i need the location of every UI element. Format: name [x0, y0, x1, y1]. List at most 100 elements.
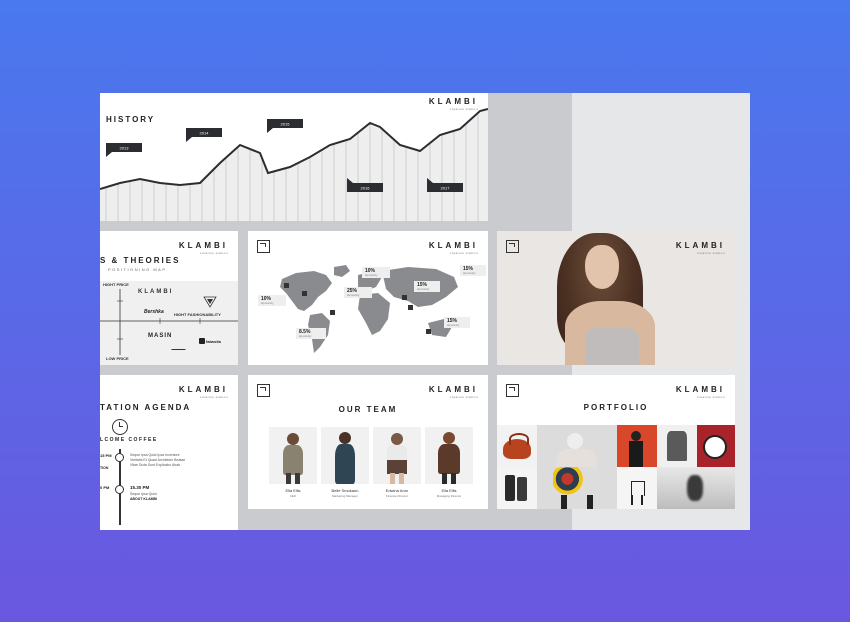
slide-grid: HISTORY KLAMBI creative station 2013 201… [100, 93, 750, 530]
africa-shape [358, 293, 390, 335]
positioning-subtitle: POSITIONING MAP [108, 267, 167, 272]
axis-right-label: HIGHT FASHIONABILITY [174, 312, 221, 317]
model-face [585, 245, 619, 289]
flag-2017-label: 2017 [441, 186, 451, 191]
map-label-6: 8.5% top country [296, 328, 326, 339]
map-label-2-caption: top country [463, 272, 476, 275]
agenda-item-2-tag: ABOUT KLAMBI [130, 497, 158, 501]
brand-name: KLAMBI [675, 385, 725, 394]
portfolio-coat-photo [657, 425, 697, 467]
portfolio-title: PORTFOLIO [583, 403, 649, 412]
team-member-name: Ella Ellis [441, 488, 457, 493]
team-member-photo [269, 427, 317, 484]
brand-mark: KLAMBI creative station [429, 385, 478, 399]
flag-2014: 2014 [186, 128, 222, 142]
agenda-item-1-text: Seque ipsa Quisi Ipsa Inventore Veritati… [130, 453, 186, 467]
brand-name: KLAMBI [178, 385, 228, 394]
team-member-name: Belle Smokaun [331, 488, 359, 493]
brand-fatwolla: fatwolla [206, 339, 221, 344]
map-label-1: 10% top country [362, 267, 390, 278]
history-line-chart: 2013 2014 2015 2016 2017 [100, 108, 488, 221]
flag-2016-label: 2016 [361, 186, 371, 191]
brand-tagline: creative station [199, 251, 228, 255]
map-label-7-caption: top country [447, 324, 460, 327]
map-label-3-caption: top country [347, 294, 360, 297]
portfolio-watch-photo [697, 425, 735, 467]
team-member-photo [373, 427, 421, 484]
team-member-name: Ella Ellis [285, 488, 301, 493]
logo-icon [506, 240, 519, 253]
slide-positioning[interactable]: KLAMBI creative station S & THEORIES POS… [100, 231, 238, 365]
left-tag-1: TION [100, 466, 109, 470]
timeline-dot-2 [115, 485, 124, 494]
brand-name: KLAMBI [675, 241, 725, 250]
team-title: OUR TEAM [338, 405, 398, 414]
map-label-7: 15% top country [444, 317, 470, 328]
team-member-role: Marketing Manager [332, 494, 358, 498]
map-label-6-caption: top country [299, 335, 312, 338]
axis-top-label: HIGHT PRICE [103, 282, 129, 287]
portfolio-bag-photo [497, 425, 537, 467]
portfolio-boots-photo [497, 467, 537, 509]
model-top [585, 327, 639, 365]
portfolio-red-photo [617, 425, 657, 467]
map-label-2: 15% top country [460, 265, 486, 276]
team-member-photo [321, 427, 369, 484]
map-label-5: 15% top country [414, 281, 440, 292]
brand-tagline: creative station [696, 251, 725, 255]
portfolio-model-photo [537, 425, 617, 509]
brand-tagline: creative station [199, 395, 228, 399]
brand-mark: KLAMBI creative station [179, 241, 228, 255]
clock-icon [112, 419, 128, 435]
portfolio-dancer-photo [657, 467, 735, 509]
greenland-shape [334, 265, 350, 277]
fatwolla-icon [199, 338, 205, 344]
portfolio-chair-photo [617, 467, 657, 509]
flag-2015-label: 2015 [281, 122, 291, 127]
brand-bershka: Bershka [144, 309, 164, 315]
logo-icon [506, 384, 519, 397]
map-label-1-caption: top country [365, 274, 378, 277]
brand-mark: KLAMBI creative station [676, 241, 725, 255]
flag-2013: 2013 [106, 143, 142, 157]
agenda-item-2-text: Seque Ipsa Quisi [130, 492, 157, 496]
left-time-1: 15 PM [100, 453, 112, 458]
welcome-label: LCOME COFFEE [100, 437, 158, 443]
team-member-photo [425, 427, 473, 484]
logo-icon [257, 384, 270, 397]
flag-2015: 2015 [267, 119, 303, 133]
timeline-dot-1 [115, 453, 124, 462]
map-label-3: 25% top country [344, 287, 372, 298]
map-label-5-caption: top country [417, 288, 430, 291]
brand-name: KLAMBI [428, 385, 478, 394]
slide-world-map[interactable]: KLAMBI creative station 10% top country … [248, 231, 488, 365]
team-member-role: CEO [289, 494, 297, 498]
brand-tagline: creative station [696, 395, 725, 399]
map-label-4-caption: top country [261, 302, 274, 305]
model-photo [545, 231, 665, 365]
positioning-map-area: HIGHT PRICE LOW PRICE HIGHT FASHIONABILI… [100, 281, 238, 365]
agenda-item-2-time: 15.30 PM [130, 485, 150, 490]
agenda-title: TATION AGENDA [100, 403, 192, 412]
brand-tagline: creative station [449, 395, 478, 399]
team-member-role: Managing Director [436, 494, 462, 498]
slide-history[interactable]: HISTORY KLAMBI creative station 2013 201… [100, 93, 488, 221]
slide-model-photo[interactable]: KLAMBI creative station [497, 231, 735, 365]
slide-portfolio[interactable]: KLAMBI creative station PORTFOLIO [497, 375, 735, 509]
brand-mark: KLAMBI creative station [179, 385, 228, 399]
flag-2013-label: 2013 [120, 146, 130, 151]
left-time-2: 0 PM [100, 485, 110, 490]
flag-2014-label: 2014 [200, 131, 210, 136]
brand-masin: MASIN [148, 333, 173, 339]
positioning-title: S & THEORIES [100, 256, 181, 265]
brand-name: KLAMBI [178, 241, 228, 250]
center-brand-label: KLAMBI [138, 289, 174, 295]
brand-mark: KLAMBI creative station [676, 385, 725, 399]
script-logo-icon [171, 346, 187, 350]
map-label-4: 10% top country [258, 295, 286, 306]
axis-bottom-label: LOW PRICE [106, 356, 129, 361]
team-member-name: Edwina Aron [385, 488, 409, 493]
slide-our-team[interactable]: KLAMBI creative station OUR TEAM Ella El… [248, 375, 488, 509]
slide-agenda[interactable]: KLAMBI creative station TATION AGENDA LC… [100, 375, 238, 530]
team-member-role: Finance Director [385, 494, 408, 498]
